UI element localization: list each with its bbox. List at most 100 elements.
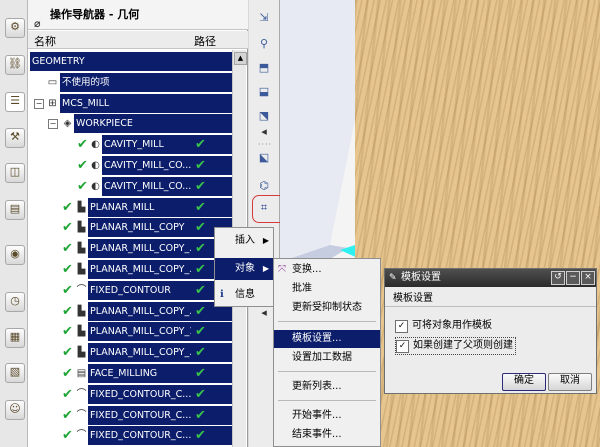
menu-separator — [278, 321, 376, 322]
path-cell: ✔ — [191, 156, 232, 175]
planar-mill-icon: ▙ — [77, 347, 86, 359]
tree-row[interactable]: ✔ ⌒ FIXED_CONTOUR ✔ — [28, 280, 232, 300]
path-cell: ✔ — [191, 197, 232, 217]
machine-tool-icon[interactable]: ⚒ — [5, 128, 25, 148]
menu-separator — [278, 371, 376, 372]
submenu-end-event[interactable]: 结束事件... — [274, 426, 380, 444]
create-operation-icon[interactable]: ⬔ — [256, 108, 272, 124]
tree-row-name: PLANAR_MILL_COPY_... — [88, 301, 193, 321]
submenu-approve[interactable]: 批准 — [274, 280, 380, 298]
submenu-start-event[interactable]: 开始事件... — [274, 407, 380, 425]
reuse-library-icon[interactable]: ▤ — [5, 200, 25, 220]
scroll-up-arrow-icon[interactable]: ▲ — [234, 52, 247, 65]
part-icon[interactable]: ◫ — [5, 163, 25, 183]
submenu-set-machining-data[interactable]: 设置加工数据 — [274, 349, 380, 367]
status-check-icon: ✔ — [62, 199, 73, 215]
roles-icon[interactable]: ☺ — [5, 400, 25, 420]
tree-row[interactable]: − ◈ WORKPIECE — [28, 114, 232, 134]
tree-row[interactable]: ✔ ▙ PLANAR_MILL_COPY_... ✔ — [28, 260, 232, 279]
menu-item-insert[interactable]: 插入 ▶ — [215, 230, 273, 252]
tree-row[interactable]: ✔ ▙ PLANAR_MILL_COPY_... ✔ — [28, 239, 232, 259]
tree-row[interactable]: ✔ ◐ CAVITY_MILL ✔ — [28, 135, 232, 155]
tree-row[interactable]: ✔ ⌒ FIXED_CONTOUR_C... ✔ — [28, 405, 232, 425]
column-header-name[interactable]: 名称 — [34, 33, 56, 49]
tree-row[interactable]: ✔ ▙ PLANAR_MILL_COPY_1 ✔ — [28, 322, 232, 342]
process-studio-icon[interactable]: ▧ — [5, 363, 25, 383]
tree-row[interactable]: ✔ ▙ PLANAR_MILL_COPY_... ✔ — [28, 343, 232, 363]
submenu-arrow-icon: ▶ — [262, 236, 269, 245]
tree-row[interactable]: ▭ 不使用的项 — [28, 72, 232, 92]
close-icon[interactable]: × — [581, 271, 595, 285]
generate-toolpath-icon[interactable]: ⬕ — [256, 150, 272, 166]
submenu-arrow-icon: ▶ — [262, 264, 269, 273]
tree-row[interactable]: ✔ ▤ FACE_MILLING ✔ — [28, 364, 232, 383]
template-settings-dialog: ✎ 模板设置 ↺ − × 模板设置 ✓ 可将对象用作模板 ✓ 如果创建了父项则创… — [384, 268, 597, 394]
create-method-icon[interactable]: ⬓ — [256, 84, 272, 100]
dialog-title-bar[interactable]: ✎ 模板设置 ↺ − × — [385, 269, 596, 287]
mcs-icon: ⊞ — [48, 97, 57, 109]
status-check-icon: ✔ — [62, 282, 73, 298]
create-geometry-icon[interactable]: ⬒ — [256, 60, 272, 76]
create-if-parent-option[interactable]: ✓ 如果创建了父项则创建 — [395, 337, 516, 355]
tree-row-name: CAVITY_MILL_CO... — [102, 176, 193, 196]
path-check-icon: ✔ — [195, 366, 206, 381]
tree-row-name: PLANAR_MILL_COPY_... — [88, 239, 193, 259]
toolbar-arrow-icon[interactable]: ◂ — [256, 124, 272, 140]
path-cell — [191, 72, 232, 92]
constraint-navigator-icon[interactable]: ⛓ — [5, 55, 25, 75]
tree-row[interactable]: − ⊞ MCS_MILL — [28, 93, 232, 113]
planar-mill-icon: ▙ — [77, 326, 86, 338]
menu-item-object[interactable]: 对象 ▶ — [215, 258, 273, 280]
status-check-icon: ✔ — [62, 366, 73, 381]
path-cell: ✔ — [191, 384, 232, 404]
use-as-template-checkbox[interactable]: ✓ — [395, 320, 408, 333]
reset-icon[interactable]: ↺ — [551, 271, 565, 285]
submenu-transform[interactable]: ⤧ 变换... — [274, 261, 380, 279]
fixed-contour-icon: ⌒ — [76, 388, 87, 400]
use-as-template-option[interactable]: ✓ 可将对象用作模板 — [395, 318, 492, 334]
tree-row[interactable]: ✔ ▙ PLANAR_MILL ✔ — [28, 197, 232, 217]
context-menu: 插入 ▶ 对象 ▶ ℹ 信息 — [214, 227, 274, 307]
status-check-icon: ✔ — [62, 303, 73, 319]
cavity-mill-icon: ◐ — [91, 139, 100, 151]
cancel-button[interactable]: 取消 — [548, 373, 592, 391]
minimize-icon[interactable]: − — [566, 271, 580, 285]
submenu-update-suppression[interactable]: 更新受抑制状态 — [274, 299, 380, 317]
tree-row[interactable]: ✔ ◐ CAVITY_MILL_CO... ✔ — [28, 156, 232, 175]
menu-item-info[interactable]: ℹ 信息 — [215, 284, 273, 306]
tree-row-name: CAVITY_MILL — [102, 135, 193, 155]
history-icon[interactable]: ◷ — [5, 292, 25, 312]
create-if-parent-checkbox[interactable]: ✓ — [396, 340, 409, 353]
path-check-icon: ✔ — [195, 137, 206, 153]
ok-button[interactable]: 确定 — [502, 373, 546, 391]
create-tool-icon[interactable]: ⚲ — [256, 36, 272, 52]
transform-icon: ⤧ — [278, 264, 286, 275]
tree-row-name: PLANAR_MILL_COPY — [88, 218, 193, 238]
tree-row[interactable]: GEOMETRY — [28, 52, 232, 71]
tree-row[interactable]: ✔ ⌒ FIXED_CONTOUR_C... ✔ — [28, 384, 232, 404]
create-program-icon[interactable]: ⇲ — [256, 10, 272, 26]
path-cell: ✔ — [191, 426, 232, 446]
status-check-icon: ✔ — [62, 407, 73, 423]
web-browser-icon[interactable]: ◉ — [5, 245, 25, 265]
path-cell: ✔ — [191, 343, 232, 363]
collapse-toggle-icon[interactable]: − — [34, 98, 44, 109]
submenu-template-settings[interactable]: 模板设置... — [274, 330, 380, 348]
tree-row[interactable]: ✔ ◐ CAVITY_MILL_CO... ✔ — [28, 176, 232, 196]
path-check-icon: ✔ — [195, 282, 206, 298]
tree-row[interactable]: ✔ ▙ PLANAR_MILL_COPY_... ✔ — [28, 301, 232, 321]
system-materials-icon[interactable]: ▦ — [5, 328, 25, 348]
tree-row[interactable]: ✔ ▙ PLANAR_MILL_COPY ✔ — [28, 218, 232, 238]
navigator-title-bar: ⌀ 操作导航器 - 几何 — [28, 0, 248, 30]
collapse-toggle-icon[interactable]: − — [48, 119, 58, 130]
tree-row-name: PLANAR_MILL_COPY_... — [88, 260, 193, 279]
column-header-path[interactable]: 路径 — [194, 33, 216, 49]
tree-row[interactable]: ✔ ⌒ FIXED_CONTOUR_C... ✔ — [28, 426, 232, 446]
submenu-update-list[interactable]: 更新列表... — [274, 378, 380, 396]
assembly-navigator-icon[interactable]: ⚙ — [5, 18, 25, 38]
verify-toolpath-icon[interactable]: ⌬ — [256, 178, 272, 194]
status-check-icon: ✔ — [62, 428, 73, 444]
tree-row-name: PLANAR_MILL_COPY_... — [88, 343, 193, 363]
operation-navigator-icon[interactable]: ☰ — [5, 92, 25, 112]
toolbar-arrow-icon[interactable]: ◂ — [256, 305, 272, 321]
